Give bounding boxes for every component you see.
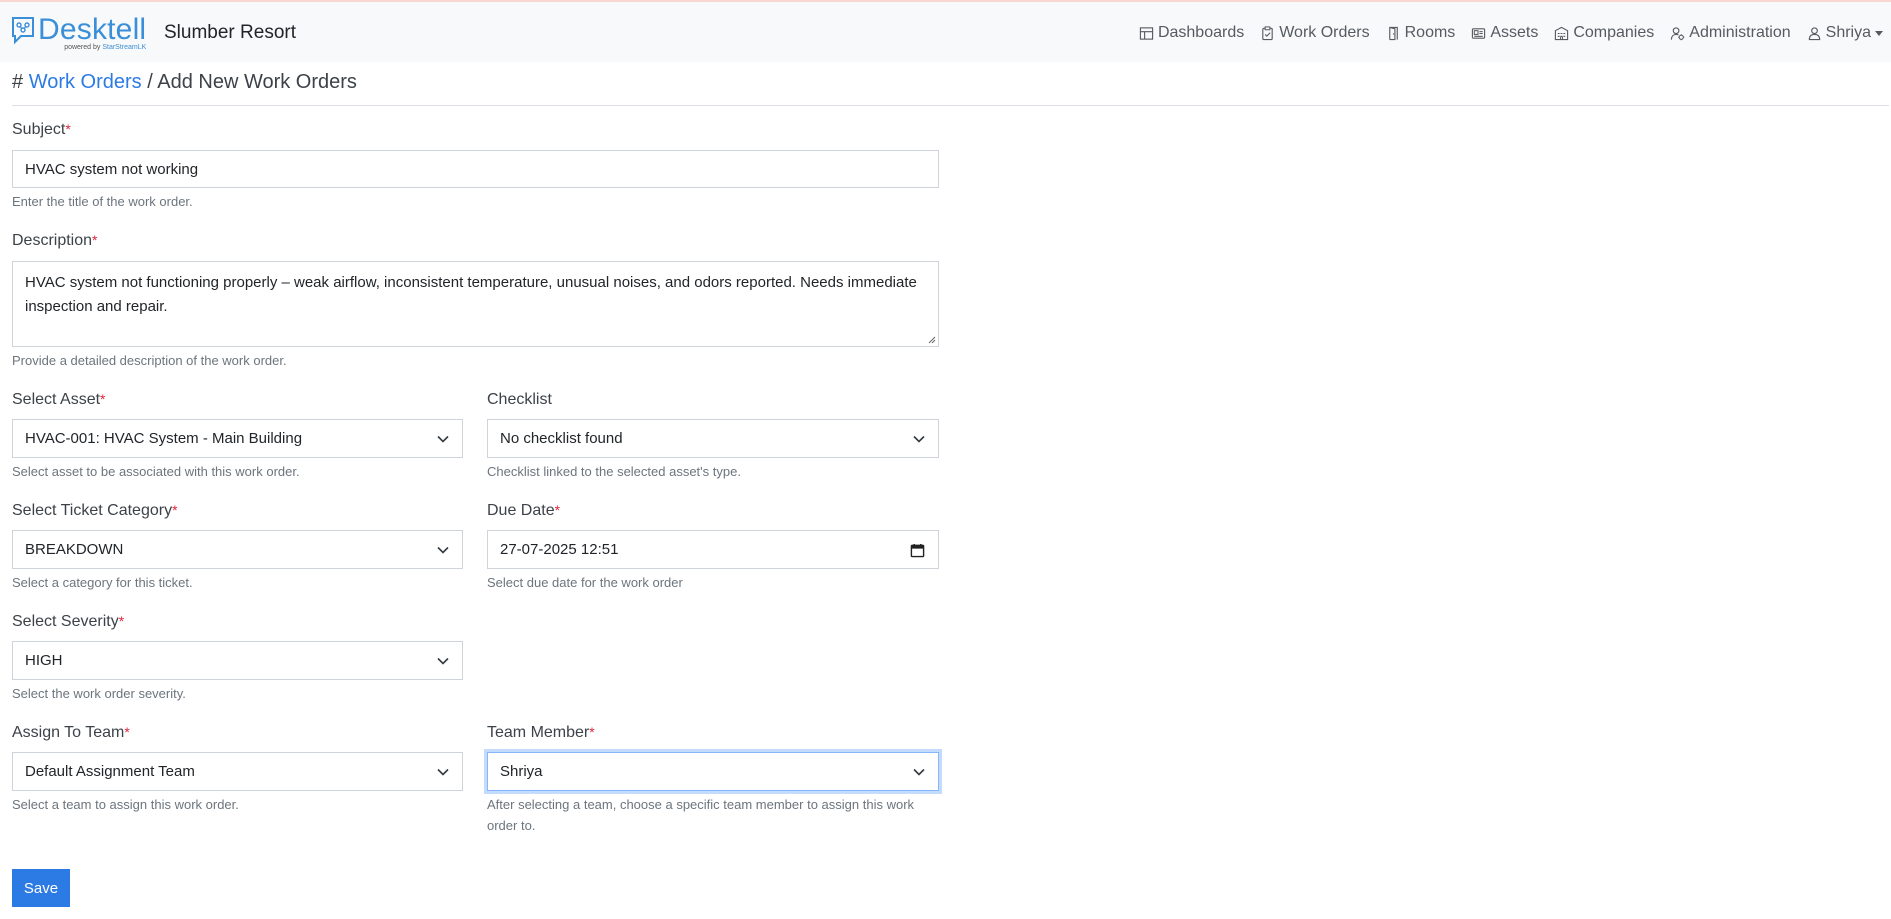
chevron-down-icon xyxy=(437,546,449,554)
breadcrumb-current: / Add New Work Orders xyxy=(147,71,357,93)
description-help: Provide a detailed description of the wo… xyxy=(12,353,287,368)
assets-icon xyxy=(1472,27,1486,39)
admin-icon xyxy=(1671,26,1685,40)
chevron-down-icon xyxy=(1875,30,1883,36)
asset-label: Select Asset* xyxy=(12,391,106,408)
breadcrumb-link-work-orders[interactable]: Work Orders xyxy=(29,71,142,93)
category-select[interactable]: BREAKDOWN xyxy=(12,530,463,569)
dashboard-icon xyxy=(1139,26,1154,40)
calendar-icon[interactable] xyxy=(910,543,925,558)
due-date-help: Select due date for the work order xyxy=(487,575,683,590)
team-label: Assign To Team* xyxy=(12,724,130,741)
property-name: Slumber Resort xyxy=(164,22,296,43)
description-textarea[interactable]: HVAC system not functioning properly – w… xyxy=(12,261,939,347)
member-label: Team Member* xyxy=(487,724,595,741)
building-icon xyxy=(1555,26,1569,40)
brand-logo[interactable]: Desktell powered by StarStreamLK xyxy=(10,15,146,51)
severity-label: Select Severity* xyxy=(12,613,125,630)
checklist-help: Checklist linked to the selected asset's… xyxy=(487,464,741,479)
resize-handle-icon[interactable] xyxy=(928,336,936,344)
chevron-down-icon xyxy=(913,435,925,443)
member-select[interactable]: Shriya xyxy=(487,752,939,791)
checklist-select[interactable]: No checklist found xyxy=(487,419,939,458)
category-help: Select a category for this ticket. xyxy=(12,575,193,590)
nav-administration[interactable]: Administration xyxy=(1670,24,1791,42)
nav-work-orders[interactable]: Work Orders xyxy=(1260,24,1370,42)
member-help: After selecting a team, choose a specifi… xyxy=(487,797,915,833)
nav-dashboards[interactable]: Dashboards xyxy=(1139,24,1244,42)
brand-name: Desktell xyxy=(38,13,147,46)
navbar: Desktell powered by StarStreamLK Slumber… xyxy=(0,2,1891,62)
subject-label: Subject* xyxy=(12,121,71,138)
asset-select[interactable]: HVAC-001: HVAC System - Main Building xyxy=(12,419,463,458)
team-help: Select a team to assign this work order. xyxy=(12,797,239,812)
breadcrumb: # Work Orders / Add New Work Orders xyxy=(12,71,357,93)
due-date-input[interactable]: 27-07-2025 12:51 xyxy=(487,530,939,569)
chevron-down-icon xyxy=(437,435,449,443)
user-icon xyxy=(1808,26,1820,40)
header-divider xyxy=(12,105,1889,106)
nav-assets[interactable]: Assets xyxy=(1471,24,1538,42)
nav-companies[interactable]: Companies xyxy=(1554,24,1654,42)
chat-bubble-logo-icon xyxy=(12,17,34,45)
due-date-label: Due Date* xyxy=(487,502,561,519)
clipboard-icon xyxy=(1262,25,1273,40)
severity-help: Select the work order severity. xyxy=(12,686,186,701)
chevron-down-icon xyxy=(437,657,449,665)
nav-rooms[interactable]: Rooms xyxy=(1386,24,1455,42)
description-label: Description* xyxy=(12,232,98,249)
team-select[interactable]: Default Assignment Team xyxy=(12,752,463,791)
subject-input[interactable]: HVAC system not working xyxy=(12,150,939,188)
main-nav: Dashboards Work Orders Rooms Assets Comp… xyxy=(1123,24,1883,42)
user-menu[interactable]: Shriya xyxy=(1807,24,1883,42)
checklist-label: Checklist xyxy=(487,391,552,408)
subject-help: Enter the title of the work order. xyxy=(12,194,193,209)
chevron-down-icon xyxy=(437,768,449,776)
severity-select[interactable]: HIGH xyxy=(12,641,463,680)
asset-help: Select asset to be associated with this … xyxy=(12,464,300,479)
category-label: Select Ticket Category* xyxy=(12,502,178,519)
door-icon xyxy=(1388,26,1398,40)
save-button[interactable]: Save xyxy=(12,869,70,907)
chevron-down-icon xyxy=(913,768,925,776)
